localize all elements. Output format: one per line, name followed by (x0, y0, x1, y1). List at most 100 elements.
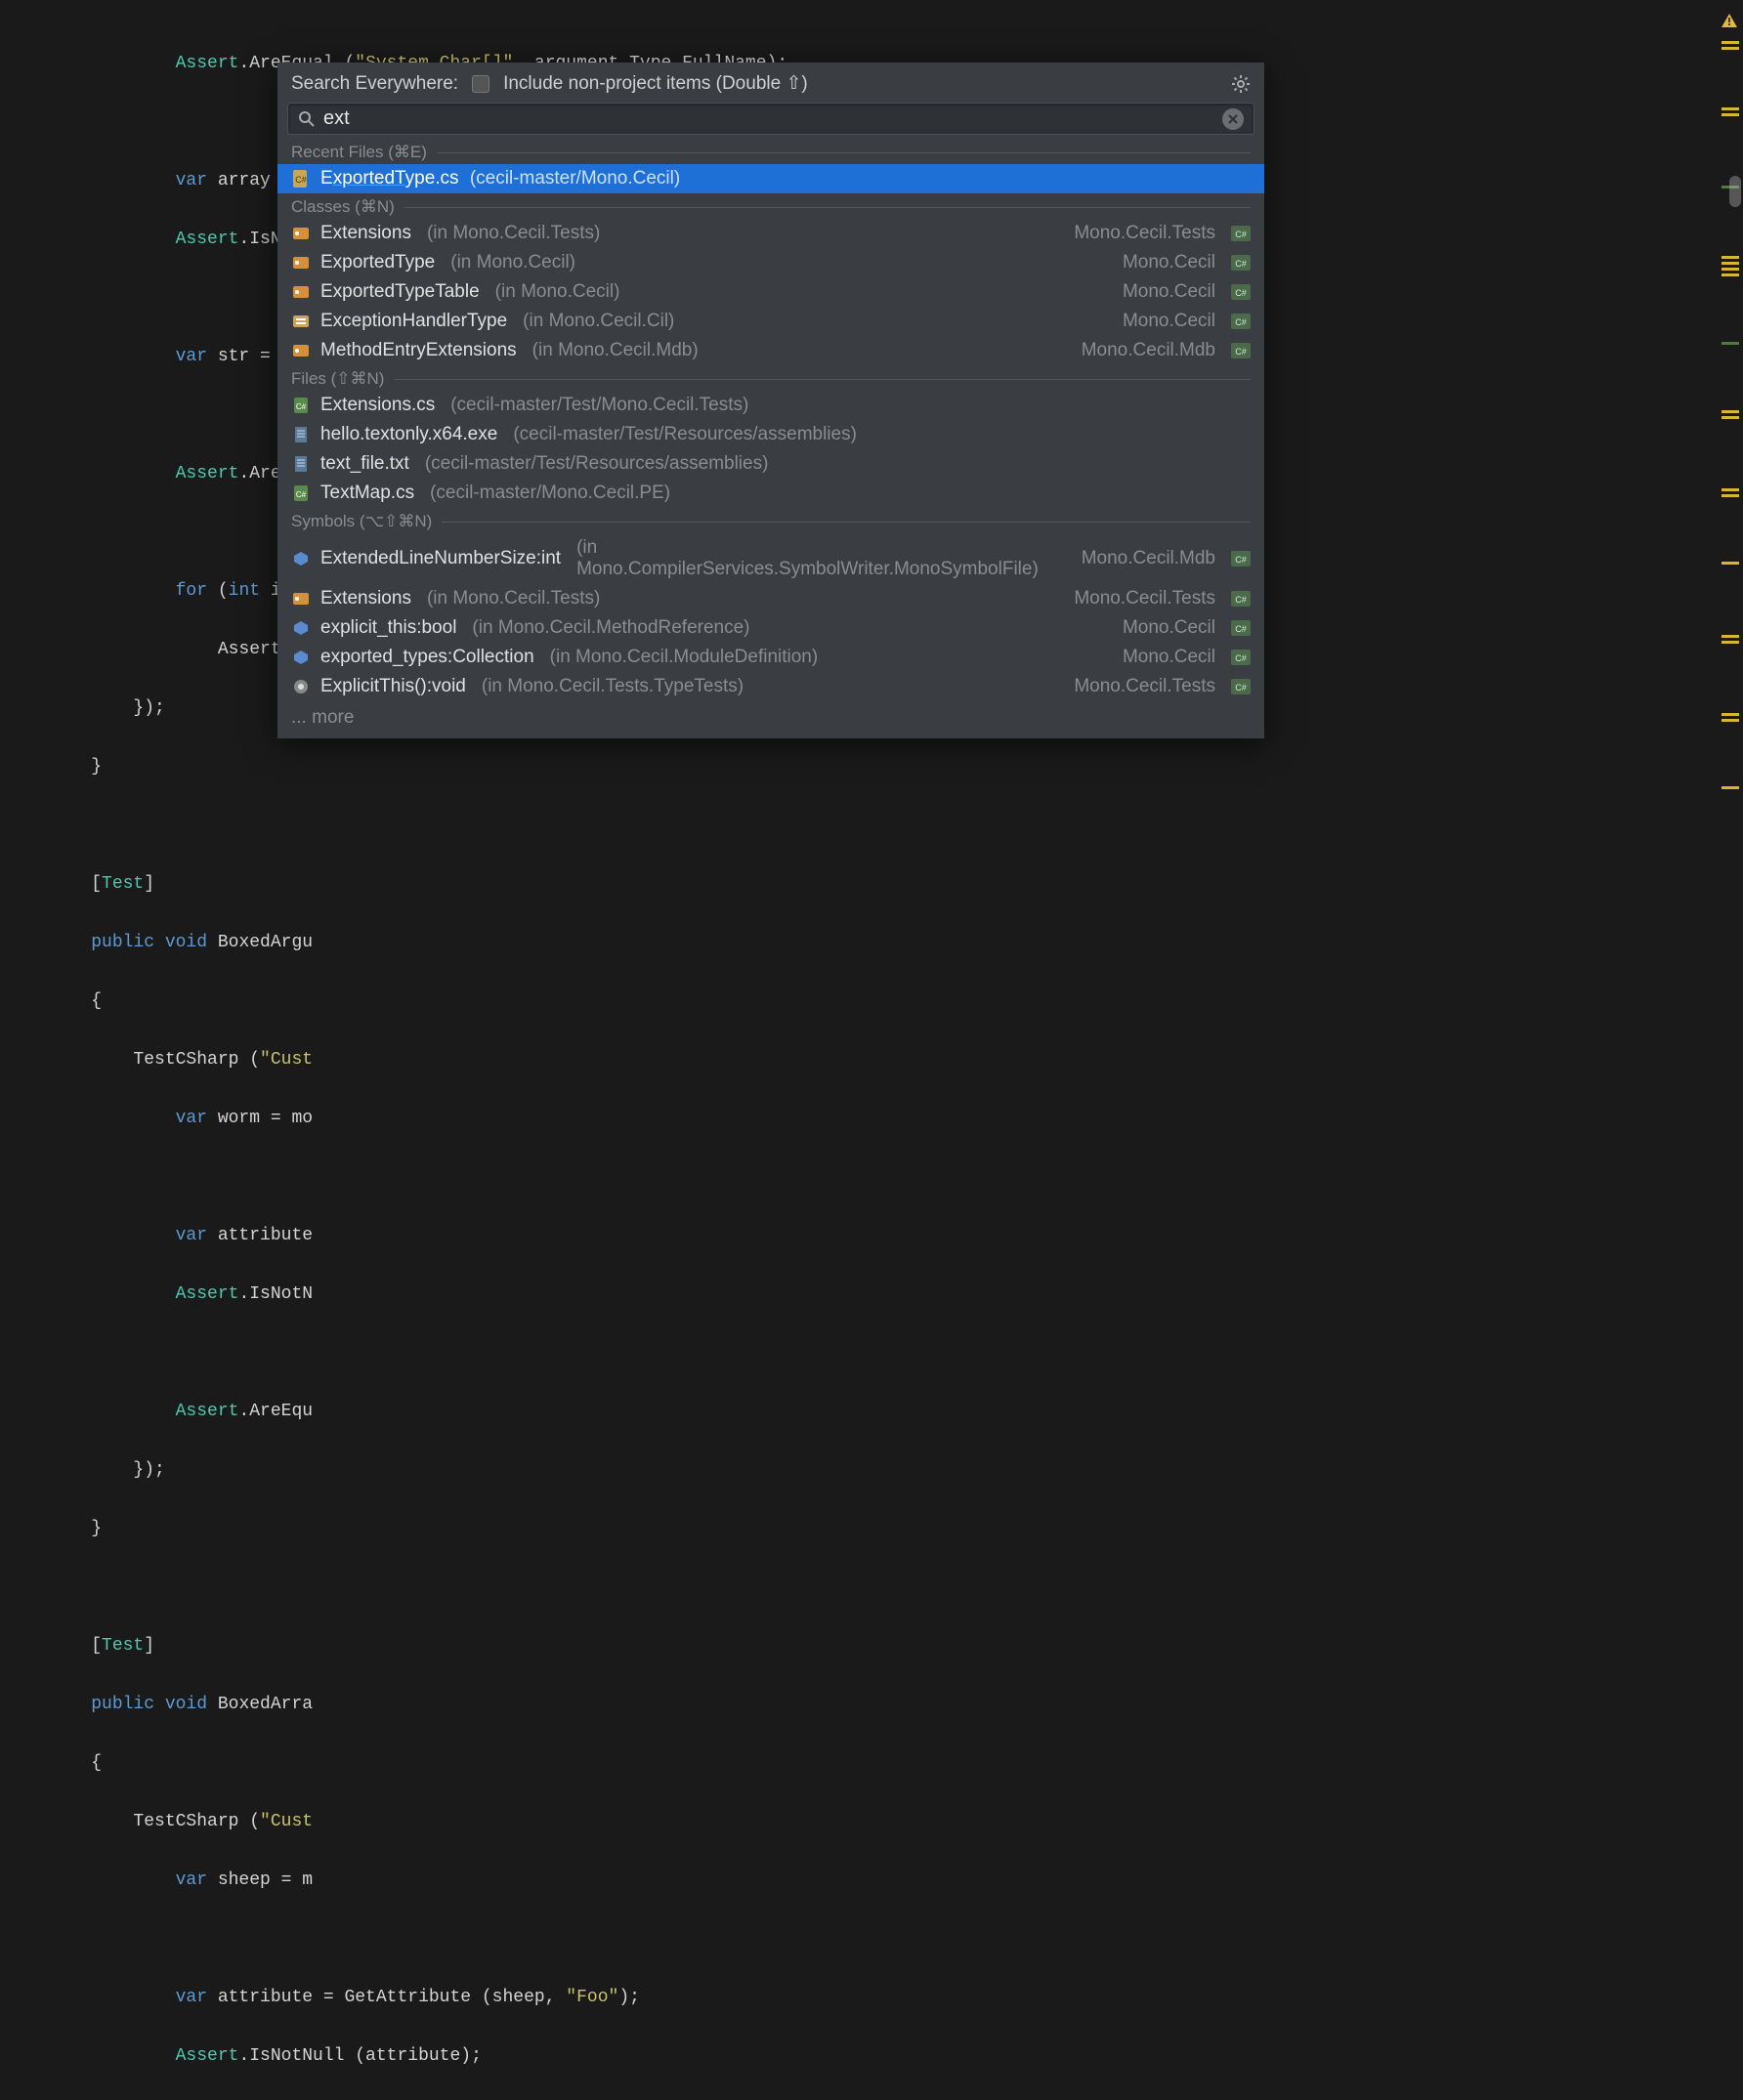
search-result[interactable]: ExportedType (in Mono.Cecil) Mono.CecilC… (277, 248, 1264, 277)
marker[interactable] (1722, 256, 1739, 259)
result-hint: (in Mono.Cecil.Tests) (427, 223, 600, 244)
search-result[interactable]: C# TextMap.cs (cecil-master/Mono.Cecil.P… (277, 479, 1264, 508)
search-result[interactable]: explicit_this:bool (in Mono.Cecil.Method… (277, 613, 1264, 643)
editor-gutter (1719, 0, 1743, 1055)
result-name: Extensions (320, 223, 411, 244)
result-name: Extensions (320, 588, 411, 609)
svg-text:C#: C# (1235, 288, 1247, 298)
search-result[interactable]: ExportedTypeTable (in Mono.Cecil) Mono.C… (277, 277, 1264, 307)
result-namespace: Mono.Cecil (1123, 311, 1215, 332)
result-name: ExceptionHandlerType (320, 311, 507, 332)
result-name: text_file.txt (320, 453, 409, 475)
result-name: Extensions.cs (320, 395, 435, 416)
search-result[interactable]: exported_types:Collection (in Mono.Cecil… (277, 643, 1264, 672)
class-icon (291, 589, 311, 609)
marker[interactable] (1722, 107, 1739, 110)
cs-file-icon: C# (291, 169, 311, 189)
marker[interactable] (1722, 786, 1739, 789)
result-namespace: Mono.Cecil (1123, 617, 1215, 639)
include-nonproject-checkbox[interactable] (472, 75, 489, 93)
marker[interactable] (1722, 113, 1739, 116)
warning-icon (1722, 14, 1737, 27)
search-result[interactable]: ExplicitThis():void (in Mono.Cecil.Tests… (277, 672, 1264, 701)
cs-badge-icon: C# (1231, 620, 1251, 636)
marker[interactable] (1722, 342, 1739, 345)
enum-icon (291, 312, 311, 331)
search-result[interactable]: Extensions (in Mono.Cecil.Tests) Mono.Ce… (277, 219, 1264, 248)
file-icon (291, 454, 311, 474)
result-name: MethodEntryExtensions (320, 340, 517, 361)
marker[interactable] (1722, 494, 1739, 497)
popup-header: Search Everywhere: Include non-project i… (277, 63, 1264, 103)
cs-badge-icon: C# (1231, 551, 1251, 567)
search-result[interactable]: ExceptionHandlerType (in Mono.Cecil.Cil)… (277, 307, 1264, 336)
svg-text:C#: C# (296, 490, 307, 499)
result-name: hello.textonly.x64.exe (320, 424, 497, 445)
marker[interactable] (1722, 47, 1739, 50)
result-hint: (in Mono.Cecil.Tests) (427, 588, 600, 609)
popup-title: Search Everywhere: (291, 73, 458, 95)
result-hint: (cecil-master/Mono.Cecil.PE) (430, 483, 670, 504)
svg-text:C#: C# (296, 402, 307, 411)
result-namespace: Mono.Cecil.Tests (1074, 223, 1215, 244)
marker[interactable] (1722, 713, 1739, 716)
result-hint: (in Mono.Cecil.MethodReference) (472, 617, 749, 639)
include-nonproject-label: Include non-project items (Double ⇧) (503, 72, 808, 95)
marker[interactable] (1722, 262, 1739, 265)
svg-text:C#: C# (1235, 653, 1247, 663)
cs-badge-icon: C# (1231, 284, 1251, 300)
result-name: exported_types:Collection (320, 647, 534, 668)
cs-badge-icon: C# (1231, 591, 1251, 607)
svg-text:C#: C# (295, 175, 307, 185)
search-result[interactable]: MethodEntryExtensions (in Mono.Cecil.Mdb… (277, 336, 1264, 365)
search-result[interactable]: C# Extensions.cs (cecil-master/Test/Mono… (277, 391, 1264, 420)
svg-text:C#: C# (1235, 595, 1247, 605)
search-result[interactable]: hello.textonly.x64.exe (cecil-master/Tes… (277, 420, 1264, 449)
result-hint: (cecil-master/Test/Resources/assemblies) (425, 453, 769, 475)
result-hint: (in Mono.Cecil.ModuleDefinition) (550, 647, 819, 668)
marker[interactable] (1722, 41, 1739, 44)
marker[interactable] (1722, 416, 1739, 419)
marker[interactable] (1722, 562, 1739, 565)
result-recent-file[interactable]: C# ExportedType.cs (cecil-master/Mono.Ce… (277, 164, 1264, 193)
search-icon (298, 110, 316, 128)
class-icon (291, 341, 311, 360)
more-results[interactable]: ... more (277, 701, 1264, 738)
marker[interactable] (1722, 635, 1739, 638)
scrollbar-thumb[interactable] (1729, 176, 1741, 207)
result-name: ExplicitThis():void (320, 676, 466, 697)
result-namespace: Mono.Cecil (1123, 647, 1215, 668)
section-recent-files: Recent Files (⌘E) (277, 139, 1264, 164)
cs-badge-icon: C# (1231, 226, 1251, 241)
field-icon (291, 549, 311, 568)
search-result[interactable]: text_file.txt (cecil-master/Test/Resourc… (277, 449, 1264, 479)
marker[interactable] (1722, 410, 1739, 413)
result-hint: (in Mono.Cecil.Tests.TypeTests) (482, 676, 744, 697)
result-name: TextMap.cs (320, 483, 414, 504)
result-hint: (cecil-master/Test/Mono.Cecil.Tests) (450, 395, 748, 416)
close-icon (1228, 114, 1238, 124)
clear-search-button[interactable] (1222, 108, 1244, 130)
marker[interactable] (1722, 268, 1739, 271)
search-result[interactable]: Extensions (in Mono.Cecil.Tests) Mono.Ce… (277, 584, 1264, 613)
marker[interactable] (1722, 488, 1739, 491)
result-name: ExportedType (320, 252, 435, 273)
gear-icon[interactable] (1231, 74, 1251, 94)
class-icon (291, 253, 311, 273)
result-hint: (in Mono.CompilerServices.SymbolWriter.M… (576, 537, 1062, 580)
section-symbols: Symbols (⌥⇧⌘N) (277, 508, 1264, 533)
cs-file-icon: C# (291, 396, 311, 415)
search-query[interactable]: ext (323, 107, 1222, 130)
search-input-row[interactable]: ext (287, 103, 1254, 135)
marker[interactable] (1722, 273, 1739, 276)
result-namespace: Mono.Cecil.Mdb (1082, 548, 1215, 569)
svg-text:C#: C# (1235, 317, 1247, 327)
cs-badge-icon: C# (1231, 314, 1251, 329)
field-icon (291, 618, 311, 638)
result-name: ExportedTypeTable (320, 281, 480, 303)
marker[interactable] (1722, 641, 1739, 644)
marker[interactable] (1722, 719, 1739, 722)
result-hint: (in Mono.Cecil.Cil) (523, 311, 674, 332)
search-result[interactable]: ExtendedLineNumberSize:int (in Mono.Comp… (277, 533, 1264, 584)
cs-badge-icon: C# (1231, 679, 1251, 694)
